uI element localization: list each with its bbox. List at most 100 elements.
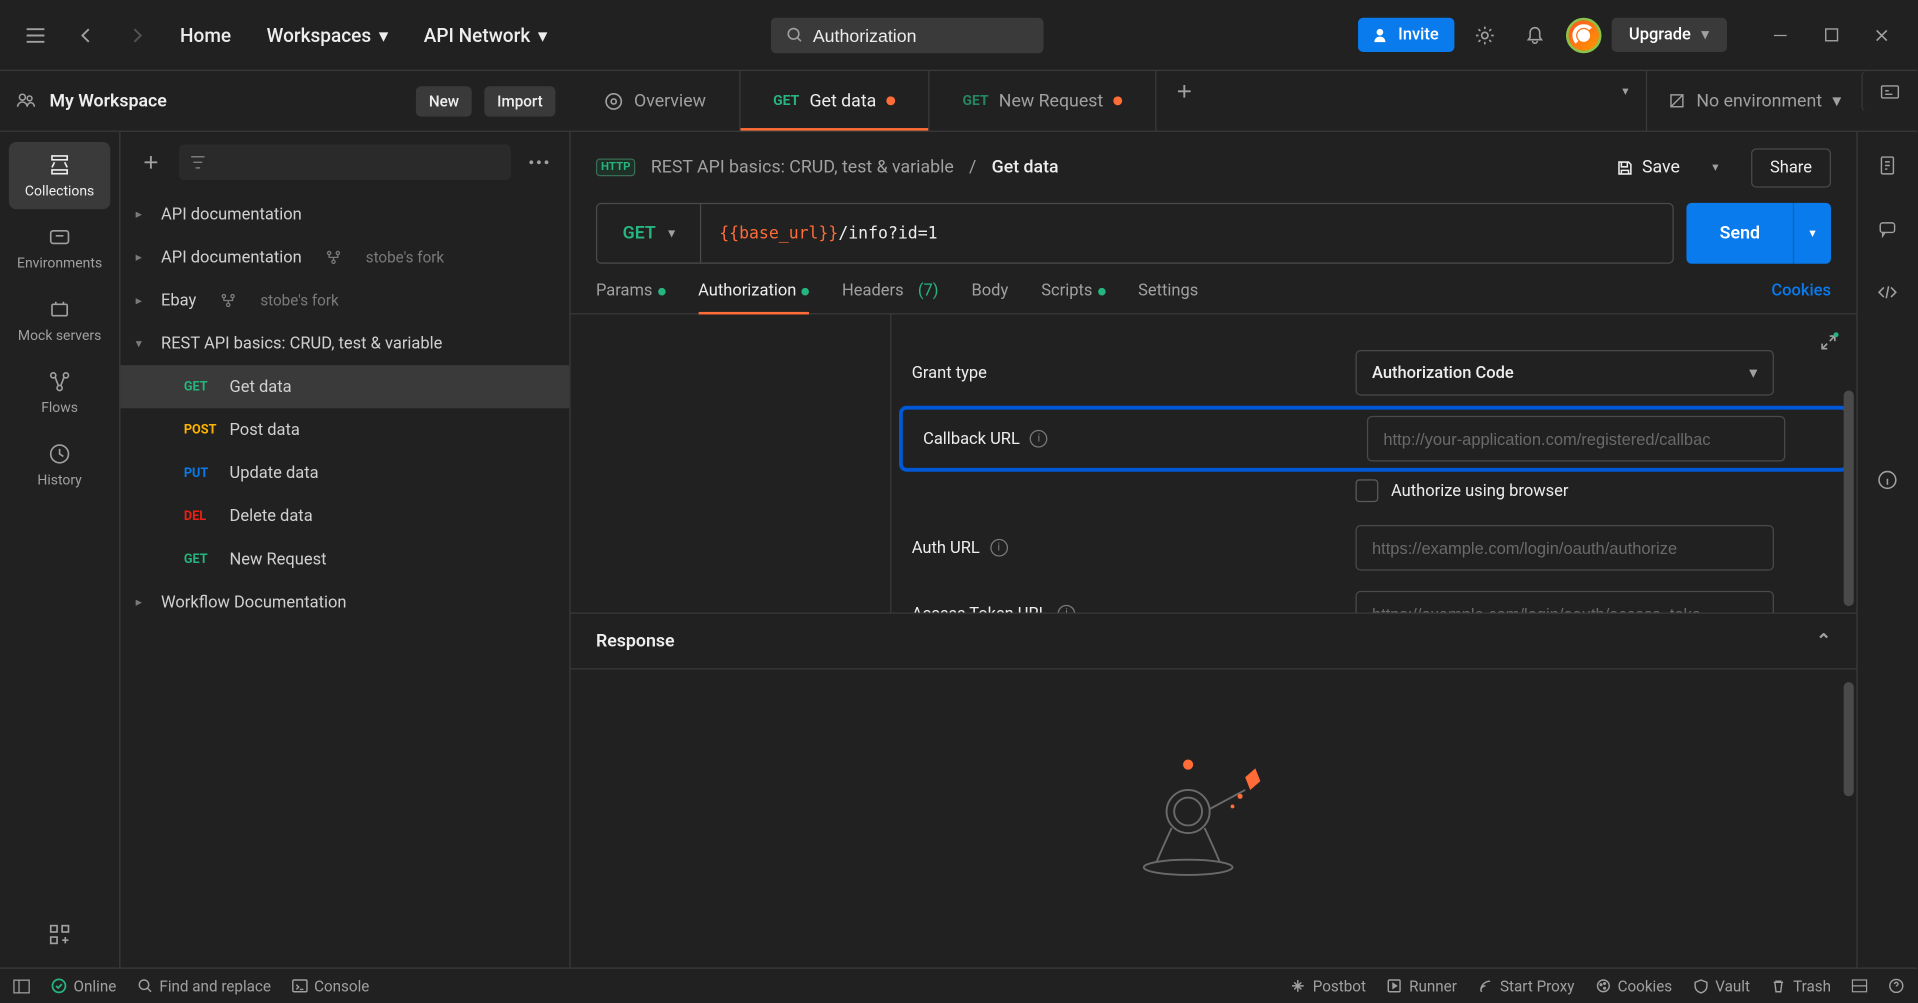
- notifications-icon[interactable]: [1515, 15, 1556, 56]
- status-cookies[interactable]: Cookies: [1595, 977, 1672, 995]
- add-tab-icon[interactable]: [1164, 71, 1205, 112]
- upgrade-button[interactable]: Upgrade▾: [1611, 18, 1727, 52]
- environment-select[interactable]: No environment ▾: [1646, 71, 1862, 131]
- search-box[interactable]: [771, 17, 1044, 53]
- send-dropdown-icon[interactable]: ▾: [1793, 203, 1831, 264]
- window-maximize-icon[interactable]: [1811, 15, 1852, 56]
- menu-icon[interactable]: [15, 15, 56, 56]
- tab-overflow-icon[interactable]: ▾: [1605, 71, 1646, 112]
- status-find[interactable]: Find and replace: [137, 977, 271, 995]
- collection-tree: ▸API documentation ▸API documentation st…: [120, 193, 569, 968]
- callback-url-label: Callback URL: [923, 429, 1020, 448]
- info-icon[interactable]: i: [1058, 605, 1076, 613]
- rail-flows[interactable]: Flows: [9, 359, 110, 426]
- window-close-icon[interactable]: [1861, 15, 1902, 56]
- status-panel-icon[interactable]: [13, 977, 31, 995]
- status-proxy[interactable]: Start Proxy: [1477, 977, 1574, 995]
- tree-collection[interactable]: ▸Workflow Documentation: [120, 581, 569, 624]
- subtab-settings[interactable]: Settings: [1138, 281, 1198, 313]
- tree-collection-expanded[interactable]: ▾REST API basics: CRUD, test & variable: [120, 322, 569, 365]
- info-icon[interactable]: i: [1030, 430, 1048, 448]
- rail-collections[interactable]: Collections: [9, 142, 110, 209]
- comments-icon[interactable]: [1867, 208, 1908, 249]
- window-minimize-icon[interactable]: [1760, 15, 1801, 56]
- new-button[interactable]: New: [416, 86, 472, 116]
- subtab-scripts[interactable]: Scripts: [1041, 281, 1105, 313]
- avatar[interactable]: [1566, 17, 1602, 53]
- info-icon[interactable]: i: [990, 539, 1008, 557]
- auth-url-input[interactable]: [1355, 525, 1773, 571]
- save-button[interactable]: Save: [1615, 157, 1680, 177]
- status-vault[interactable]: Vault: [1692, 977, 1750, 995]
- upgrade-label: Upgrade: [1629, 25, 1691, 44]
- scrollbar-thumb[interactable]: [1844, 391, 1854, 607]
- grant-type-select[interactable]: Authorization Code▾: [1355, 350, 1773, 396]
- unsaved-dot-icon: [886, 96, 895, 105]
- docs-icon[interactable]: [1867, 145, 1908, 186]
- breadcrumb-collection[interactable]: REST API basics: CRUD, test & variable: [651, 157, 954, 177]
- expand-icon[interactable]: [1811, 325, 1847, 361]
- scrollbar-thumb[interactable]: [1844, 682, 1854, 796]
- workspaces-link[interactable]: Workspaces▾: [254, 16, 401, 54]
- tab-new-request[interactable]: GET New Request: [930, 71, 1157, 131]
- rail-environments[interactable]: Environments: [9, 214, 110, 281]
- status-two-pane-icon[interactable]: [1851, 977, 1867, 995]
- code-icon[interactable]: [1867, 271, 1908, 312]
- overview-icon: [604, 91, 624, 111]
- env-quicklook-icon[interactable]: [1861, 71, 1917, 112]
- tree-request[interactable]: POSTPost data: [120, 408, 569, 451]
- api-network-link[interactable]: API Network▾: [411, 16, 560, 54]
- method-select[interactable]: GET▾: [597, 204, 701, 262]
- status-postbot[interactable]: Postbot: [1290, 977, 1366, 995]
- subtab-params[interactable]: Params: [596, 281, 665, 313]
- callback-url-input[interactable]: [1367, 416, 1785, 462]
- home-link[interactable]: Home: [167, 16, 243, 54]
- access-token-url-input[interactable]: [1355, 591, 1773, 613]
- tree-request[interactable]: DELDelete data: [120, 495, 569, 538]
- more-icon[interactable]: [524, 142, 554, 183]
- url-row: GET▾ {{base_url}}/info?id=1 Send ▾: [571, 203, 1857, 264]
- tree-collection[interactable]: ▸API documentation stobe's fork: [120, 236, 569, 279]
- status-console[interactable]: Console: [291, 977, 369, 995]
- subtab-authorization[interactable]: Authorization: [698, 281, 809, 313]
- rail-collections-label: Collections: [25, 183, 94, 199]
- share-button[interactable]: Share: [1751, 148, 1831, 187]
- subtab-body[interactable]: Body: [972, 281, 1009, 313]
- tree-request[interactable]: GETNew Request: [120, 538, 569, 581]
- tab-overview[interactable]: Overview: [571, 71, 741, 131]
- status-online[interactable]: Online: [51, 977, 117, 995]
- send-button[interactable]: Send: [1687, 203, 1793, 264]
- unsaved-dot-icon: [1113, 96, 1122, 105]
- url-input[interactable]: {{base_url}}/info?id=1: [701, 224, 1672, 243]
- add-icon[interactable]: [136, 142, 166, 183]
- subtab-headers[interactable]: Headers (7): [842, 281, 939, 313]
- trash-icon: [1770, 978, 1786, 994]
- tree-collection[interactable]: ▸Ebay stobe's fork: [120, 279, 569, 322]
- tab-get-data[interactable]: GET Get data: [740, 71, 929, 131]
- search-input[interactable]: [813, 25, 1028, 45]
- tree-request[interactable]: GETGet data: [120, 365, 569, 408]
- settings-icon[interactable]: [1464, 15, 1505, 56]
- status-trash[interactable]: Trash: [1770, 977, 1831, 995]
- authorize-browser-checkbox[interactable]: [1355, 479, 1378, 502]
- status-runner[interactable]: Runner: [1386, 977, 1457, 995]
- tree-request[interactable]: PUTUpdate data: [120, 451, 569, 494]
- access-token-url-row: Access Token URLi: [891, 581, 1856, 613]
- grid-add-icon: [47, 922, 72, 947]
- url-box: GET▾ {{base_url}}/info?id=1: [596, 203, 1674, 264]
- statusbar: Online Find and replace Console Postbot …: [0, 967, 1917, 1003]
- forward-icon[interactable]: [117, 15, 158, 56]
- response-header[interactable]: Response ⌃: [571, 612, 1857, 668]
- rail-mock[interactable]: Mock servers: [9, 287, 110, 354]
- save-dropdown-icon[interactable]: ▾: [1695, 147, 1736, 188]
- info-icon[interactable]: [1867, 459, 1908, 500]
- cookies-link[interactable]: Cookies: [1771, 281, 1831, 313]
- invite-button[interactable]: Invite: [1358, 18, 1454, 52]
- back-icon[interactable]: [66, 15, 107, 56]
- tree-collection[interactable]: ▸API documentation: [120, 193, 569, 236]
- import-button[interactable]: Import: [484, 86, 555, 116]
- status-help-icon[interactable]: [1888, 977, 1904, 995]
- filter-input[interactable]: [179, 145, 511, 181]
- rail-history[interactable]: History: [9, 431, 110, 498]
- rail-configure[interactable]: [9, 912, 110, 958]
